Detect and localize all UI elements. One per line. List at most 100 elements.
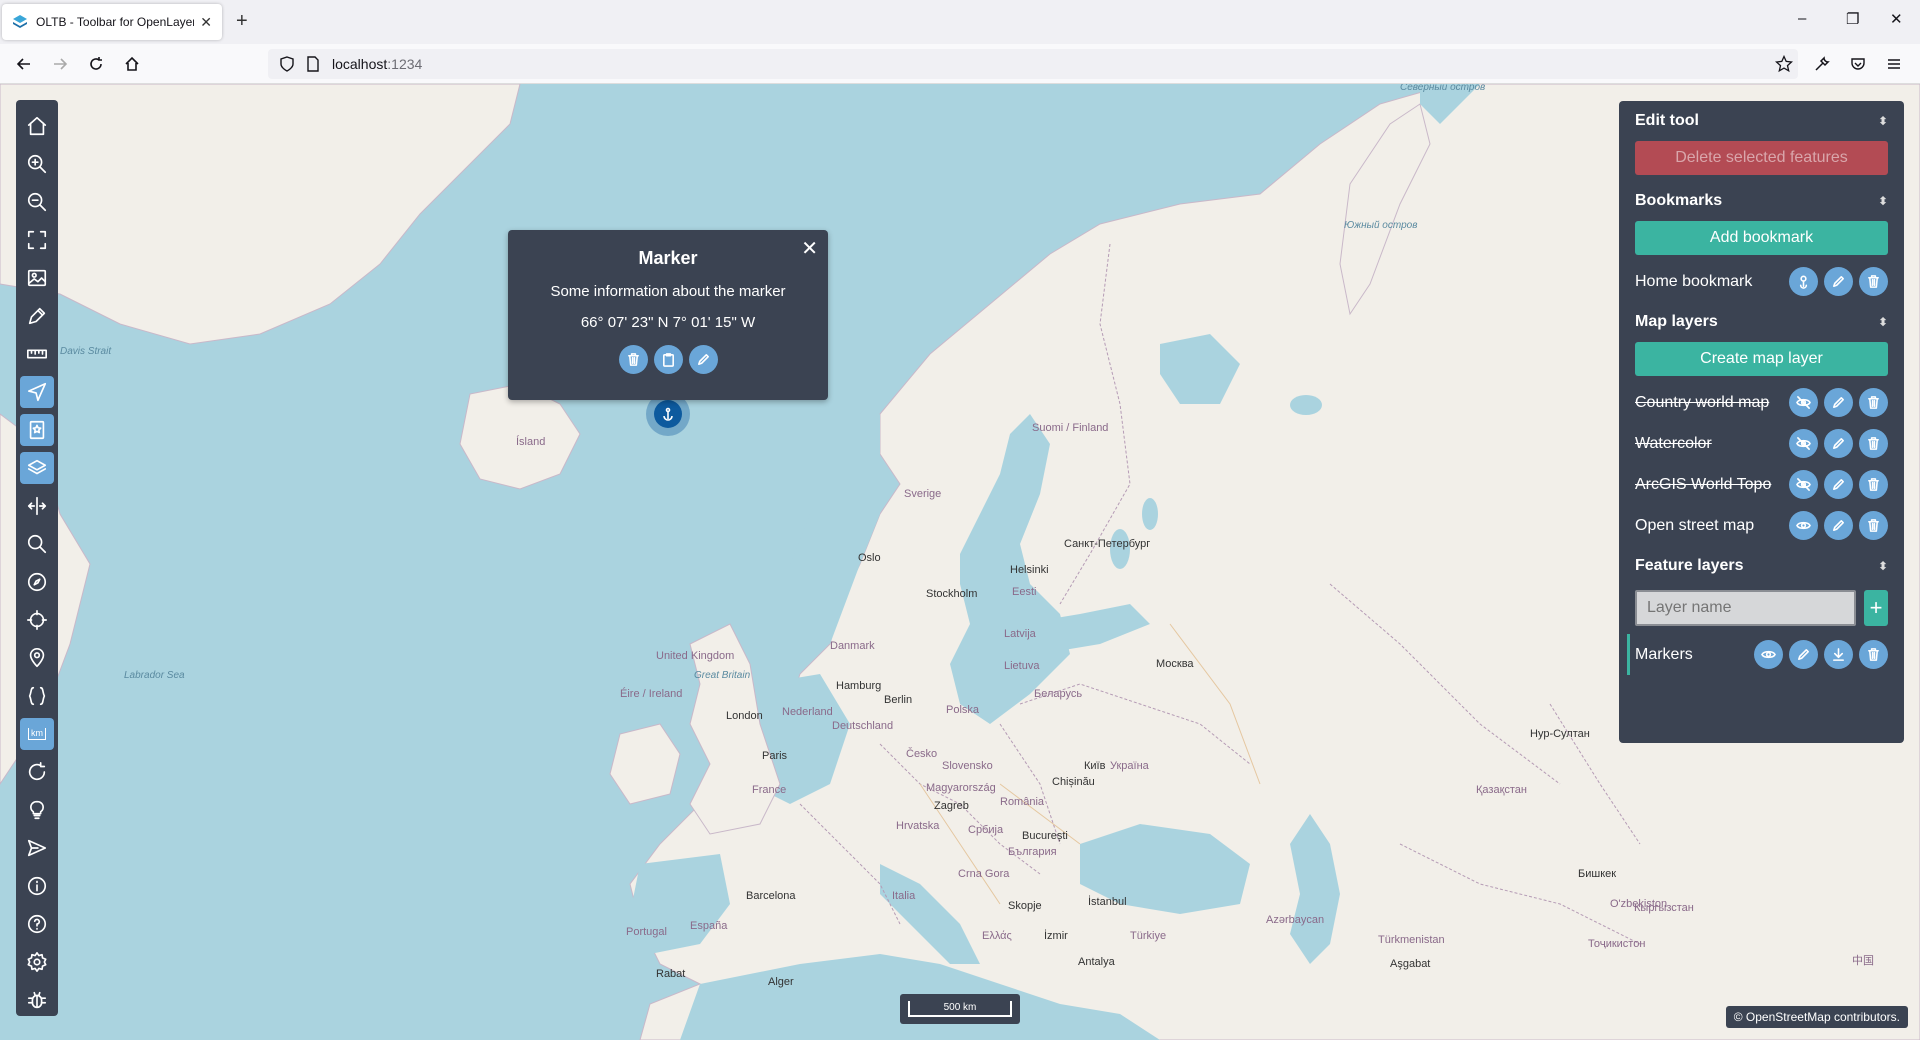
bookmark-item[interactable]: Home bookmark <box>1635 261 1888 302</box>
direction-button[interactable] <box>20 566 54 598</box>
bookmark-actions <box>1789 267 1888 296</box>
coordinates-button[interactable] <box>20 642 54 674</box>
map-layer-item[interactable]: ArcGIS World Topo <box>1635 464 1888 505</box>
new-tab-button[interactable]: + <box>236 10 248 32</box>
delete-bookmark-button[interactable] <box>1859 267 1888 296</box>
toggle-visibility-button[interactable] <box>1789 388 1818 417</box>
settings-button[interactable] <box>20 946 54 978</box>
browser-tabbar: OLTB - Toolbar for OpenLayers ✕ + – ❐ ✕ <box>0 0 1920 44</box>
map-label: Alger <box>768 976 794 988</box>
menu-button[interactable] <box>1882 52 1906 76</box>
popup-copy-button[interactable] <box>653 345 683 374</box>
debug-button[interactable] <box>20 984 54 1016</box>
edit-layer-button[interactable] <box>1824 429 1853 458</box>
my-location-button[interactable] <box>20 604 54 636</box>
tools-button[interactable] <box>1810 52 1834 76</box>
fullscreen-button[interactable] <box>20 224 54 256</box>
split-view-button[interactable] <box>20 490 54 522</box>
map-label: Portugal <box>626 926 667 938</box>
measure-icon <box>27 349 47 359</box>
map-layer-item[interactable]: Open street map <box>1635 505 1888 546</box>
map-layer-label: Watercolor <box>1635 434 1712 452</box>
delete-layer-button[interactable] <box>1859 511 1888 540</box>
clipboard-icon <box>662 353 674 367</box>
map-layers-header[interactable]: Map layers ⬍ <box>1635 302 1888 342</box>
minimize-button[interactable]: – <box>1798 10 1806 27</box>
popup-delete-button[interactable] <box>618 345 648 374</box>
download-layer-button[interactable] <box>1824 640 1853 669</box>
zoom-out-icon <box>27 192 47 212</box>
map-label: Türkmenistan <box>1378 934 1445 946</box>
delete-layer-button[interactable] <box>1859 470 1888 499</box>
feature-layer-actions <box>1754 640 1888 669</box>
measure-button[interactable] <box>20 338 54 370</box>
collapse-icon[interactable]: ⬍ <box>1878 114 1888 128</box>
search-tool-button[interactable] <box>20 528 54 560</box>
edit-layer-button[interactable] <box>1824 511 1853 540</box>
popup-edit-button[interactable] <box>688 345 718 374</box>
refresh-button[interactable] <box>20 756 54 788</box>
theme-button[interactable] <box>20 794 54 826</box>
tab-close-icon[interactable]: ✕ <box>200 14 212 31</box>
collapse-icon[interactable]: ⬍ <box>1878 194 1888 208</box>
bookmark-star-button[interactable] <box>1772 52 1796 76</box>
create-map-layer-button[interactable]: Create map layer <box>1635 342 1888 376</box>
home-button[interactable] <box>120 52 144 76</box>
info-button[interactable] <box>20 870 54 902</box>
map-layer-item[interactable]: Watercolor <box>1635 423 1888 464</box>
edit-layer-button[interactable] <box>1789 640 1818 669</box>
restore-button[interactable]: ❐ <box>1846 10 1859 28</box>
attribution[interactable]: © OpenStreetMap contributors. <box>1725 1006 1908 1028</box>
help-button[interactable] <box>20 908 54 940</box>
layers-tool-button[interactable] <box>20 452 54 484</box>
add-bookmark-button[interactable]: Add bookmark <box>1635 221 1888 255</box>
edit-tool-button[interactable] <box>20 376 54 408</box>
collapse-icon[interactable]: ⬍ <box>1878 315 1888 329</box>
delete-selected-button[interactable]: Delete selected features <box>1635 141 1888 175</box>
export-png-button[interactable] <box>20 262 54 294</box>
collapse-icon[interactable]: ⬍ <box>1878 559 1888 573</box>
map-label: İstanbul <box>1088 896 1127 908</box>
zoom-in-button[interactable] <box>20 148 54 180</box>
reload-button[interactable] <box>84 52 108 76</box>
lightbulb-icon <box>29 800 45 820</box>
add-feature-layer-button[interactable]: + <box>1864 590 1888 626</box>
delete-layer-button[interactable] <box>1859 640 1888 669</box>
feature-layer-item[interactable]: Markers <box>1627 634 1888 675</box>
bookmarks-header[interactable]: Bookmarks ⬍ <box>1635 181 1888 221</box>
toggle-visibility-button[interactable] <box>1754 640 1783 669</box>
popup-close-icon[interactable]: ✕ <box>801 236 818 261</box>
map-label: Zagreb <box>934 800 969 812</box>
json-button[interactable] <box>20 680 54 712</box>
toggle-visibility-button[interactable] <box>1789 429 1818 458</box>
magnify-button[interactable] <box>20 832 54 864</box>
edit-tool-header[interactable]: Edit tool ⬍ <box>1635 101 1888 141</box>
home-tool-button[interactable] <box>20 110 54 142</box>
layer-name-input[interactable] <box>1635 590 1856 626</box>
close-window-button[interactable]: ✕ <box>1890 10 1903 28</box>
url-bar[interactable]: localhost:1234 <box>268 49 1798 79</box>
edit-layer-button[interactable] <box>1824 470 1853 499</box>
forward-button[interactable] <box>48 52 72 76</box>
feature-layers-header[interactable]: Feature layers ⬍ <box>1635 546 1888 586</box>
map-layer-item[interactable]: Country world map <box>1635 382 1888 423</box>
bookmark-tool-button[interactable] <box>20 414 54 446</box>
map-label: Latvija <box>1004 628 1036 640</box>
scale-line-button[interactable]: km <box>20 718 54 750</box>
delete-layer-button[interactable] <box>1859 429 1888 458</box>
pocket-button[interactable] <box>1846 52 1870 76</box>
toggle-visibility-button[interactable] <box>1789 470 1818 499</box>
browser-tab[interactable]: OLTB - Toolbar for OpenLayers ✕ <box>2 4 222 40</box>
marker-popup: ✕ Marker Some information about the mark… <box>508 230 828 400</box>
map-label: Deutschland <box>832 720 894 732</box>
back-button[interactable] <box>12 52 36 76</box>
edit-bookmark-button[interactable] <box>1824 267 1853 296</box>
zoom-to-bookmark-button[interactable] <box>1789 267 1818 296</box>
edit-layer-button[interactable] <box>1824 388 1853 417</box>
delete-layer-button[interactable] <box>1859 388 1888 417</box>
bookmark-icon <box>29 420 45 440</box>
map-label: Labrador Sea <box>124 670 185 681</box>
toggle-visibility-button[interactable] <box>1789 511 1818 540</box>
zoom-out-button[interactable] <box>20 186 54 218</box>
draw-button[interactable] <box>20 300 54 332</box>
